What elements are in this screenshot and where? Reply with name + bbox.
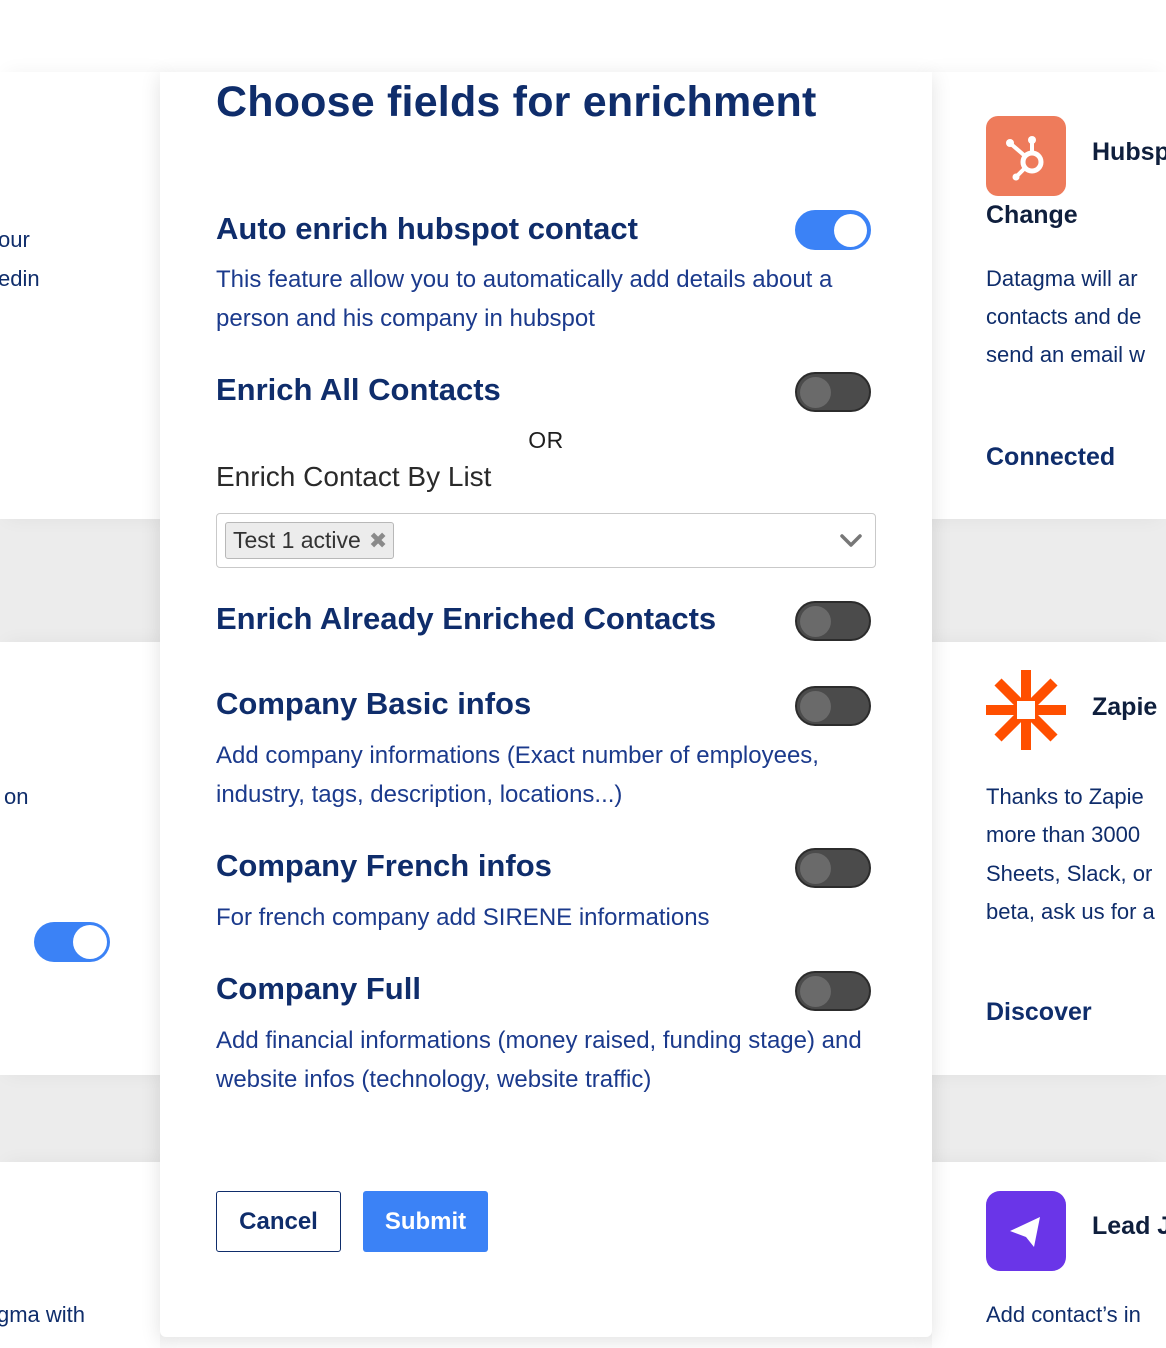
card-text: on — [4, 784, 29, 809]
toggle-knob — [834, 214, 867, 247]
background-card-left: on — [0, 642, 160, 1075]
zapier-card: Zapie Thanks to Zapie more than 3000 She… — [932, 642, 1166, 1075]
lemlist-icon — [986, 1191, 1066, 1271]
auto-enrich-toggle[interactable] — [795, 210, 871, 250]
card-text: Datagma will ar — [986, 266, 1138, 291]
enrich-all-toggle[interactable] — [795, 372, 871, 412]
modal-title: Choose fields for enrichment — [216, 78, 817, 126]
app-name: Hubsp — [1092, 138, 1166, 166]
card-text: Thanks to Zapie — [986, 784, 1144, 809]
enrich-already-toggle[interactable] — [795, 601, 871, 641]
cancel-button[interactable]: Cancel — [216, 1191, 341, 1252]
enrich-all-title: Enrich All Contacts — [216, 372, 501, 407]
company-french-title: Company French infos — [216, 848, 552, 883]
app-name: Zapie — [1092, 693, 1158, 721]
discover-link[interactable]: Discover — [986, 998, 1092, 1027]
card-text: edin — [0, 266, 40, 291]
hubspot-card: Hubsp Change Datagma will ar contacts an… — [932, 72, 1166, 519]
company-basic-toggle[interactable] — [795, 686, 871, 726]
company-basic-description: Add company informations (Exact number o… — [216, 742, 819, 808]
toggle-knob — [800, 606, 831, 637]
zapier-icon — [986, 670, 1066, 750]
company-basic-title: Company Basic infos — [216, 686, 532, 721]
toggle-knob — [800, 853, 831, 884]
selected-list-tag: Test 1 active ✖ — [225, 522, 395, 559]
auto-enrich-title: Auto enrich hubspot contact — [216, 211, 638, 246]
card-text: beta, ask us for a — [986, 899, 1155, 924]
or-divider: OR — [528, 427, 564, 453]
tag-label: Test 1 active — [233, 527, 361, 553]
company-french-description: For french company add SIRENE informatio… — [216, 904, 710, 931]
chevron-down-icon[interactable] — [837, 527, 865, 555]
toggle-knob — [800, 976, 831, 1007]
company-french-toggle[interactable] — [795, 848, 871, 888]
card-text: more than 3000 — [986, 822, 1141, 847]
card-text: contacts and de — [986, 304, 1142, 329]
lemlist-card: Lead J Add contact’s in — [932, 1162, 1166, 1348]
card-text: send an email w — [986, 342, 1145, 367]
remove-tag-icon[interactable]: ✖ — [369, 528, 387, 554]
change-link[interactable]: Change — [986, 201, 1078, 230]
company-full-title: Company Full — [216, 971, 421, 1006]
toggle-knob — [800, 691, 831, 722]
background-toggle[interactable] — [34, 922, 110, 962]
hubspot-icon — [986, 116, 1066, 196]
connected-link[interactable]: Connected — [986, 443, 1115, 472]
card-text: Sheets, Slack, or — [986, 861, 1153, 886]
background-card-left: our edin — [0, 72, 160, 519]
auto-enrich-description: This feature allow you to automatically … — [216, 266, 833, 332]
enrich-already-title: Enrich Already Enriched Contacts — [216, 601, 717, 636]
background-card-left: gma with — [0, 1162, 160, 1348]
card-text: our — [0, 227, 30, 252]
enrichment-modal: Choose fields for enrichment Auto enrich… — [160, 72, 932, 1337]
app-name: Lead J — [1092, 1212, 1166, 1240]
company-full-description: Add financial informations (money raised… — [216, 1027, 862, 1093]
contact-list-select[interactable]: Test 1 active ✖ — [216, 513, 876, 568]
company-full-toggle[interactable] — [795, 971, 871, 1011]
submit-button[interactable]: Submit — [363, 1191, 488, 1252]
toggle-knob — [800, 377, 831, 408]
card-text: Add contact’s in — [986, 1302, 1141, 1327]
card-text: gma with — [0, 1302, 86, 1327]
list-label: Enrich Contact By List — [216, 461, 492, 492]
